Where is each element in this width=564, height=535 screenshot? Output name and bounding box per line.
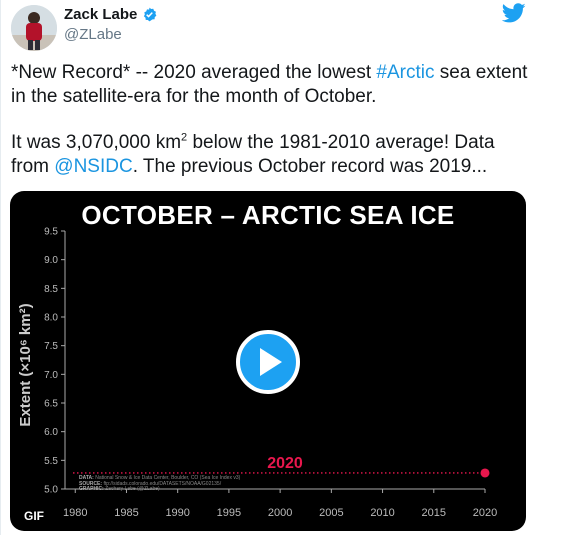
play-button[interactable] xyxy=(236,330,300,394)
x-tick-label: 1990 xyxy=(165,507,189,519)
x-tick-label: 1995 xyxy=(217,507,241,519)
y-tick-label: 5.0 xyxy=(44,485,58,496)
chart-credits: DATA: National Snow & Ice Data Center, B… xyxy=(79,475,240,493)
series-point-2020 xyxy=(480,468,490,478)
y-tick-label: 8.0 xyxy=(44,313,58,324)
y-tick-label: 9.0 xyxy=(44,255,58,266)
tweet-text-segment: in the satellite-era for the month of Oc… xyxy=(11,85,377,107)
play-icon xyxy=(260,348,282,376)
y-tick-label: 5.5 xyxy=(44,456,58,467)
tweet-text-segment: from xyxy=(11,155,55,177)
author-name-row[interactable]: Zack Labe xyxy=(64,6,157,23)
avatar[interactable] xyxy=(11,5,57,51)
x-tick-label: 2015 xyxy=(422,507,446,519)
credit-graphic-text: Zachary Labe (@ZLabe) xyxy=(105,486,160,492)
tweet-text-segment: below the 1981-2010 average! Data xyxy=(187,132,495,153)
x-tick-label: 1980 xyxy=(63,507,87,519)
author-handle[interactable]: @ZLabe xyxy=(64,26,122,43)
tweet-paragraph-2: It was 3,070,000 km2 below the 1981-2010… xyxy=(11,131,546,178)
y-axis-label: Extent (×10⁶ km²) xyxy=(17,303,34,426)
y-tick-label: 9.5 xyxy=(44,227,58,238)
y-tick-label: 6.0 xyxy=(44,427,58,438)
verified-badge-icon xyxy=(144,7,157,22)
series-label-2020: 2020 xyxy=(267,455,303,472)
left-divider xyxy=(0,0,1,535)
x-tick-label: 2010 xyxy=(370,507,394,519)
y-tick-label: 7.0 xyxy=(44,370,58,381)
x-tick-label: 2005 xyxy=(319,507,343,519)
gif-media[interactable]: OCTOBER – ARCTIC SEA ICE 5.0 5.5 6.0 6.5 7.0… xyxy=(10,191,526,531)
x-tick-label: 2000 xyxy=(268,507,292,519)
y-tick-label: 7.5 xyxy=(44,341,58,352)
tweet-text-segment: sea extent xyxy=(434,62,528,83)
author-display-name[interactable]: Zack Labe xyxy=(64,6,137,23)
x-tick-label: 2020 xyxy=(473,507,497,519)
credit-graphic-label: GRAPHIC: xyxy=(79,486,104,492)
y-tick-label: 6.5 xyxy=(44,399,58,410)
tweet-text-segment: It was 3,070,000 km xyxy=(11,132,182,153)
y-tick-label: 8.5 xyxy=(44,284,58,295)
tweet-text: *New Record* -- 2020 averaged the lowest… xyxy=(11,61,546,178)
tweet-text-segment: *New Record* -- 2020 averaged the lowest xyxy=(11,62,377,83)
mention-nsidc-link[interactable]: @NSIDC xyxy=(54,156,132,177)
person-red-jacket-avatar xyxy=(11,5,57,51)
gif-badge: GIF xyxy=(24,509,44,523)
hashtag-arctic-link[interactable]: #Arctic xyxy=(376,62,434,83)
tweet-text-segment: . The previous October record was 2019..… xyxy=(132,155,488,177)
tweet-paragraph-1: *New Record* -- 2020 averaged the lowest… xyxy=(11,61,546,108)
twitter-bird-icon[interactable] xyxy=(502,3,526,25)
x-tick-label: 1985 xyxy=(114,507,138,519)
